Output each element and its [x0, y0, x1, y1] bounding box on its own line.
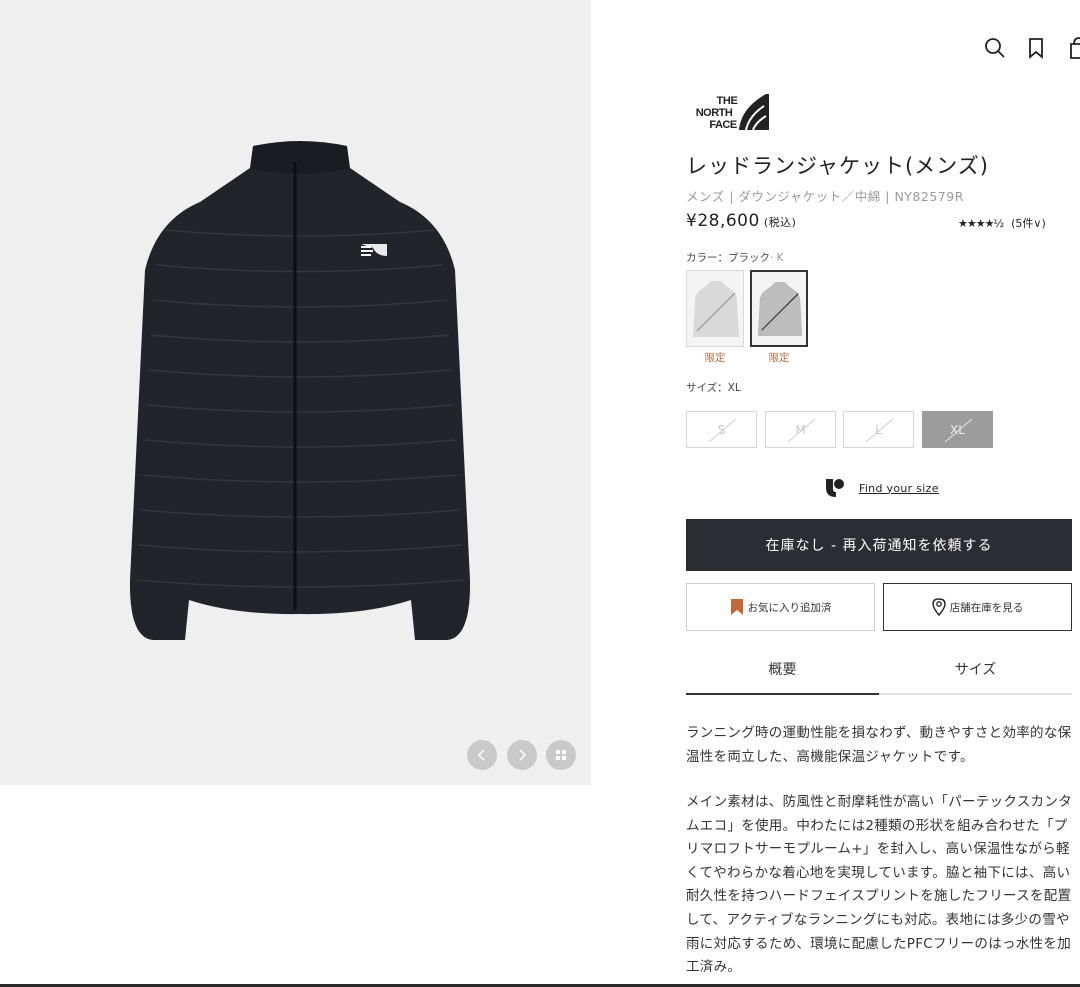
- gallery-prev-button[interactable]: [467, 740, 497, 770]
- chevron-right-icon: [519, 749, 527, 761]
- review-count[interactable]: (5件∨): [1011, 217, 1046, 230]
- rating-stars: ★★★★½: [958, 217, 1004, 230]
- product-image-gallery: [0, 0, 591, 785]
- description-paragraph-1: ランニング時の運動性能を損なわず、動きやすさと効率的な保温性を両立した、高機能保…: [686, 725, 1072, 765]
- unavailable-slash-icon: [787, 418, 816, 443]
- color-label: カラー：ブラック· K: [686, 250, 784, 265]
- unavailable-slash-icon: [865, 418, 894, 443]
- svg-text:NORTH: NORTH: [696, 107, 733, 119]
- swatch-tag-1: 限定: [704, 352, 726, 364]
- store-stock-button[interactable]: 店舗在庫を見る: [883, 583, 1072, 631]
- gallery-next-button[interactable]: [507, 740, 537, 770]
- size-option-m[interactable]: M: [765, 411, 836, 448]
- color-swatch-2-selected[interactable]: [750, 270, 808, 347]
- swatch-tag-2: 限定: [768, 352, 790, 364]
- gallery-grid-button[interactable]: [546, 740, 576, 770]
- fit-finder-link[interactable]: Find your size: [825, 478, 939, 498]
- chevron-left-icon: [477, 749, 485, 761]
- size-option-xl-selected[interactable]: XL: [922, 411, 993, 448]
- product-title: レッドランジャケット(メンズ): [686, 154, 989, 178]
- product-breadcrumb: メンズ | ダウンジャケット／中綿 | NY82579R: [686, 189, 964, 204]
- grid-icon: [556, 750, 566, 760]
- location-pin-icon: [932, 598, 946, 616]
- product-image-jacket: [129, 141, 471, 640]
- svg-text:THE: THE: [716, 95, 737, 107]
- cart-icon[interactable]: [1064, 36, 1080, 60]
- size-option-s[interactable]: S: [686, 411, 757, 448]
- description-paragraph-2: メイン素材は、防風性と耐摩耗性が高い「パーテックスカンタムエコ」を使用。中わたに…: [686, 794, 1072, 976]
- color-code: · K: [770, 252, 784, 264]
- size-option-l[interactable]: L: [843, 411, 914, 448]
- tab-active-indicator: [686, 693, 879, 695]
- tax-note: (税込): [763, 216, 797, 229]
- product-price: ¥28,600 (税込): [686, 211, 796, 231]
- unavailable-slash-icon: [708, 418, 737, 443]
- favorite-label: お気に入り追加済: [747, 601, 832, 614]
- unavailable-slash-icon: [944, 418, 973, 443]
- size-label: サイズ：XL: [686, 382, 741, 394]
- bookmark-filled-icon: [730, 599, 743, 615]
- store-stock-label: 店舗在庫を見る: [949, 601, 1024, 614]
- price-value: ¥28,600: [686, 211, 760, 231]
- color-name: カラー：ブラック: [686, 252, 770, 264]
- tab-inactive-indicator: [879, 693, 1072, 695]
- tab-size[interactable]: サイズ: [879, 652, 1072, 695]
- bookmark-icon[interactable]: [1024, 36, 1048, 60]
- svg-text:FACE: FACE: [709, 119, 737, 131]
- search-icon[interactable]: [983, 36, 1007, 60]
- swatch-jacket-dark: [757, 281, 803, 337]
- favorite-button[interactable]: お気に入り追加済: [686, 583, 875, 631]
- tab-overview[interactable]: 概要: [686, 652, 879, 695]
- restock-notify-button[interactable]: 在庫なし - 再入荷通知を依頼する: [686, 519, 1072, 571]
- brand-logo[interactable]: THE NORTH FACE: [686, 92, 772, 132]
- fit-finder-icon: [826, 479, 844, 497]
- product-rating[interactable]: ★★★★½ (5件∨): [958, 215, 1046, 231]
- swatch-jacket-light: [693, 281, 739, 337]
- fit-finder-label[interactable]: Find your size: [859, 482, 939, 495]
- color-swatch-1[interactable]: [686, 270, 744, 347]
